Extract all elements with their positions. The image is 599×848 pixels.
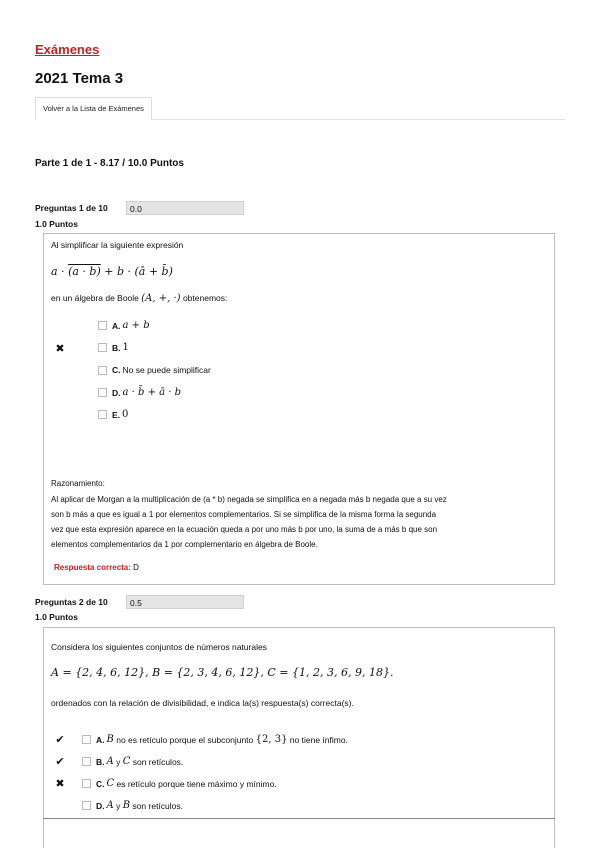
- q1-option-c-letter: C.: [112, 365, 121, 375]
- question-2-header: Preguntas 2 de 10: [35, 597, 108, 607]
- q1-option-b-letter: B.: [112, 342, 121, 353]
- q2-option-d-checkbox[interactable]: [82, 801, 91, 810]
- q2-option-c-checkbox[interactable]: [82, 779, 91, 788]
- q2-option-d-m2: B: [122, 800, 131, 811]
- q1-option-a-checkbox[interactable]: [98, 321, 107, 330]
- q1-option-e[interactable]: E. 0: [98, 409, 128, 420]
- q1-option-d-text: a · b̄ + ā · b: [122, 387, 182, 398]
- breadcrumb-examenes-link[interactable]: Exámenes: [35, 42, 99, 57]
- question-2-intro: Considera los siguientes conjuntos de nú…: [51, 642, 267, 652]
- correct-answer: Respuesta correcta: D: [54, 560, 139, 575]
- q2-option-a-t2: no tiene ínfimo.: [287, 734, 348, 745]
- question-1-algebra-text: en un álgebra de Boole (A, +, ·) obtenem…: [51, 293, 227, 304]
- reasoning-line: son b más a que es igual a 1 por element…: [51, 510, 437, 519]
- question-2-score: 0.5: [126, 595, 244, 609]
- q1-option-c[interactable]: C. No se puede simplificar: [98, 365, 211, 375]
- correct-answer-label: Respuesta correcta:: [54, 563, 131, 572]
- q1-option-b-checkbox[interactable]: [98, 343, 107, 352]
- incorrect-mark-icon: ✖: [55, 343, 65, 355]
- question-2-sets: A = {2, 4, 6, 12}, B = {2, 3, 4, 6, 12},…: [51, 666, 394, 679]
- expr-part-a: a ·: [51, 265, 69, 278]
- q1-option-d[interactable]: D. a · b̄ + ā · b: [98, 387, 181, 398]
- q2-option-b-m2: C: [122, 756, 131, 767]
- correct-mark-icon: ✔: [55, 756, 65, 768]
- question-2-points: 1.0 Puntos: [35, 612, 78, 622]
- q1-option-c-checkbox[interactable]: [98, 365, 107, 375]
- back-to-exam-list-button[interactable]: Volver a la Lista de Exámenes: [35, 97, 152, 120]
- question-1-expression: a · (a · b) + b · (ā + b̄): [51, 265, 173, 278]
- question-1-points: 1.0 Puntos: [35, 219, 78, 229]
- q2-option-b[interactable]: B. A y C son retículos.: [82, 756, 183, 767]
- q2-option-b-m1: A: [106, 756, 114, 767]
- q2-option-a-letter: A.: [96, 734, 105, 745]
- q2-option-b-letter: B.: [96, 756, 105, 767]
- page-title: 2021 Tema 3: [35, 70, 124, 87]
- reasoning-title: Razonamiento:: [51, 479, 105, 488]
- q2-option-c-letter: C.: [96, 778, 105, 789]
- q2-option-d[interactable]: D. A y B son retículos.: [82, 800, 183, 811]
- algebra-suffix: obtenemos:: [180, 293, 228, 303]
- q2-option-a-m1: B: [106, 734, 114, 745]
- q2-option-a[interactable]: A. B no es retículo porque el subconjunt…: [82, 734, 348, 745]
- question-1-score: 0.0: [126, 201, 244, 215]
- reasoning-text: Al aplicar de Morgan a la multiplicación…: [51, 492, 551, 552]
- page-bottom-divider: [43, 818, 555, 819]
- q2-option-d-letter: D.: [96, 800, 105, 811]
- q1-option-b[interactable]: B. 1: [98, 342, 129, 353]
- reasoning-line: vez que esta expresión aparece en la ecu…: [51, 525, 438, 534]
- q1-option-e-text: 0: [122, 409, 129, 420]
- algebra-prefix: en un álgebra de Boole: [51, 293, 142, 303]
- q1-option-e-letter: E.: [112, 409, 121, 420]
- q2-option-a-checkbox[interactable]: [82, 735, 91, 744]
- q2-option-d-t1: y: [113, 800, 123, 811]
- q2-option-d-m1: A: [106, 800, 114, 811]
- q2-option-b-checkbox[interactable]: [82, 757, 91, 766]
- part-header: Parte 1 de 1 - 8.17 / 10.0 Puntos: [35, 158, 184, 169]
- q1-option-a-letter: A.: [112, 320, 121, 331]
- reasoning-line: Al aplicar de Morgan a la multiplicación…: [51, 495, 447, 504]
- q2-option-c-t1: es retículo porque tiene máximo y mínimo…: [114, 778, 277, 789]
- question-1-intro: Al simplificar la siguiente expresión: [51, 240, 184, 250]
- question-2-order-text: ordenados con la relación de divisibilid…: [51, 698, 354, 708]
- incorrect-mark-icon: ✖: [55, 778, 65, 790]
- q2-option-a-t1: no es retículo porque el subconjunto: [113, 734, 256, 745]
- expr-part-b: + b · (ā + b̄): [100, 265, 173, 278]
- correct-mark-icon: ✔: [55, 734, 65, 746]
- q1-option-d-letter: D.: [112, 387, 121, 398]
- q1-option-a-text: a + b: [122, 320, 150, 331]
- q1-option-d-checkbox[interactable]: [98, 388, 107, 397]
- q2-option-b-t1: y: [113, 756, 123, 767]
- expr-part-bar: (a · b): [68, 265, 101, 278]
- q1-option-b-text: 1: [122, 342, 129, 353]
- reasoning-line: elementos complementarios da 1 por compl…: [51, 540, 318, 549]
- q2-option-c-m1: C: [106, 778, 115, 789]
- correct-answer-value: D: [130, 563, 139, 572]
- q2-option-c[interactable]: C. C es retículo porque tiene máximo y m…: [82, 778, 277, 789]
- q1-option-a[interactable]: A. a + b: [98, 320, 150, 331]
- algebra-math: (A, +, ·): [141, 293, 181, 304]
- q1-option-e-checkbox[interactable]: [98, 410, 107, 419]
- question-1-header: Preguntas 1 de 10: [35, 203, 108, 213]
- q2-option-a-m2: {2, 3}: [255, 734, 288, 745]
- q2-option-b-t2: son retículos.: [130, 756, 184, 767]
- q2-option-d-t2: son retículos.: [130, 800, 183, 811]
- q1-option-c-text: No se puede simplificar: [122, 365, 211, 375]
